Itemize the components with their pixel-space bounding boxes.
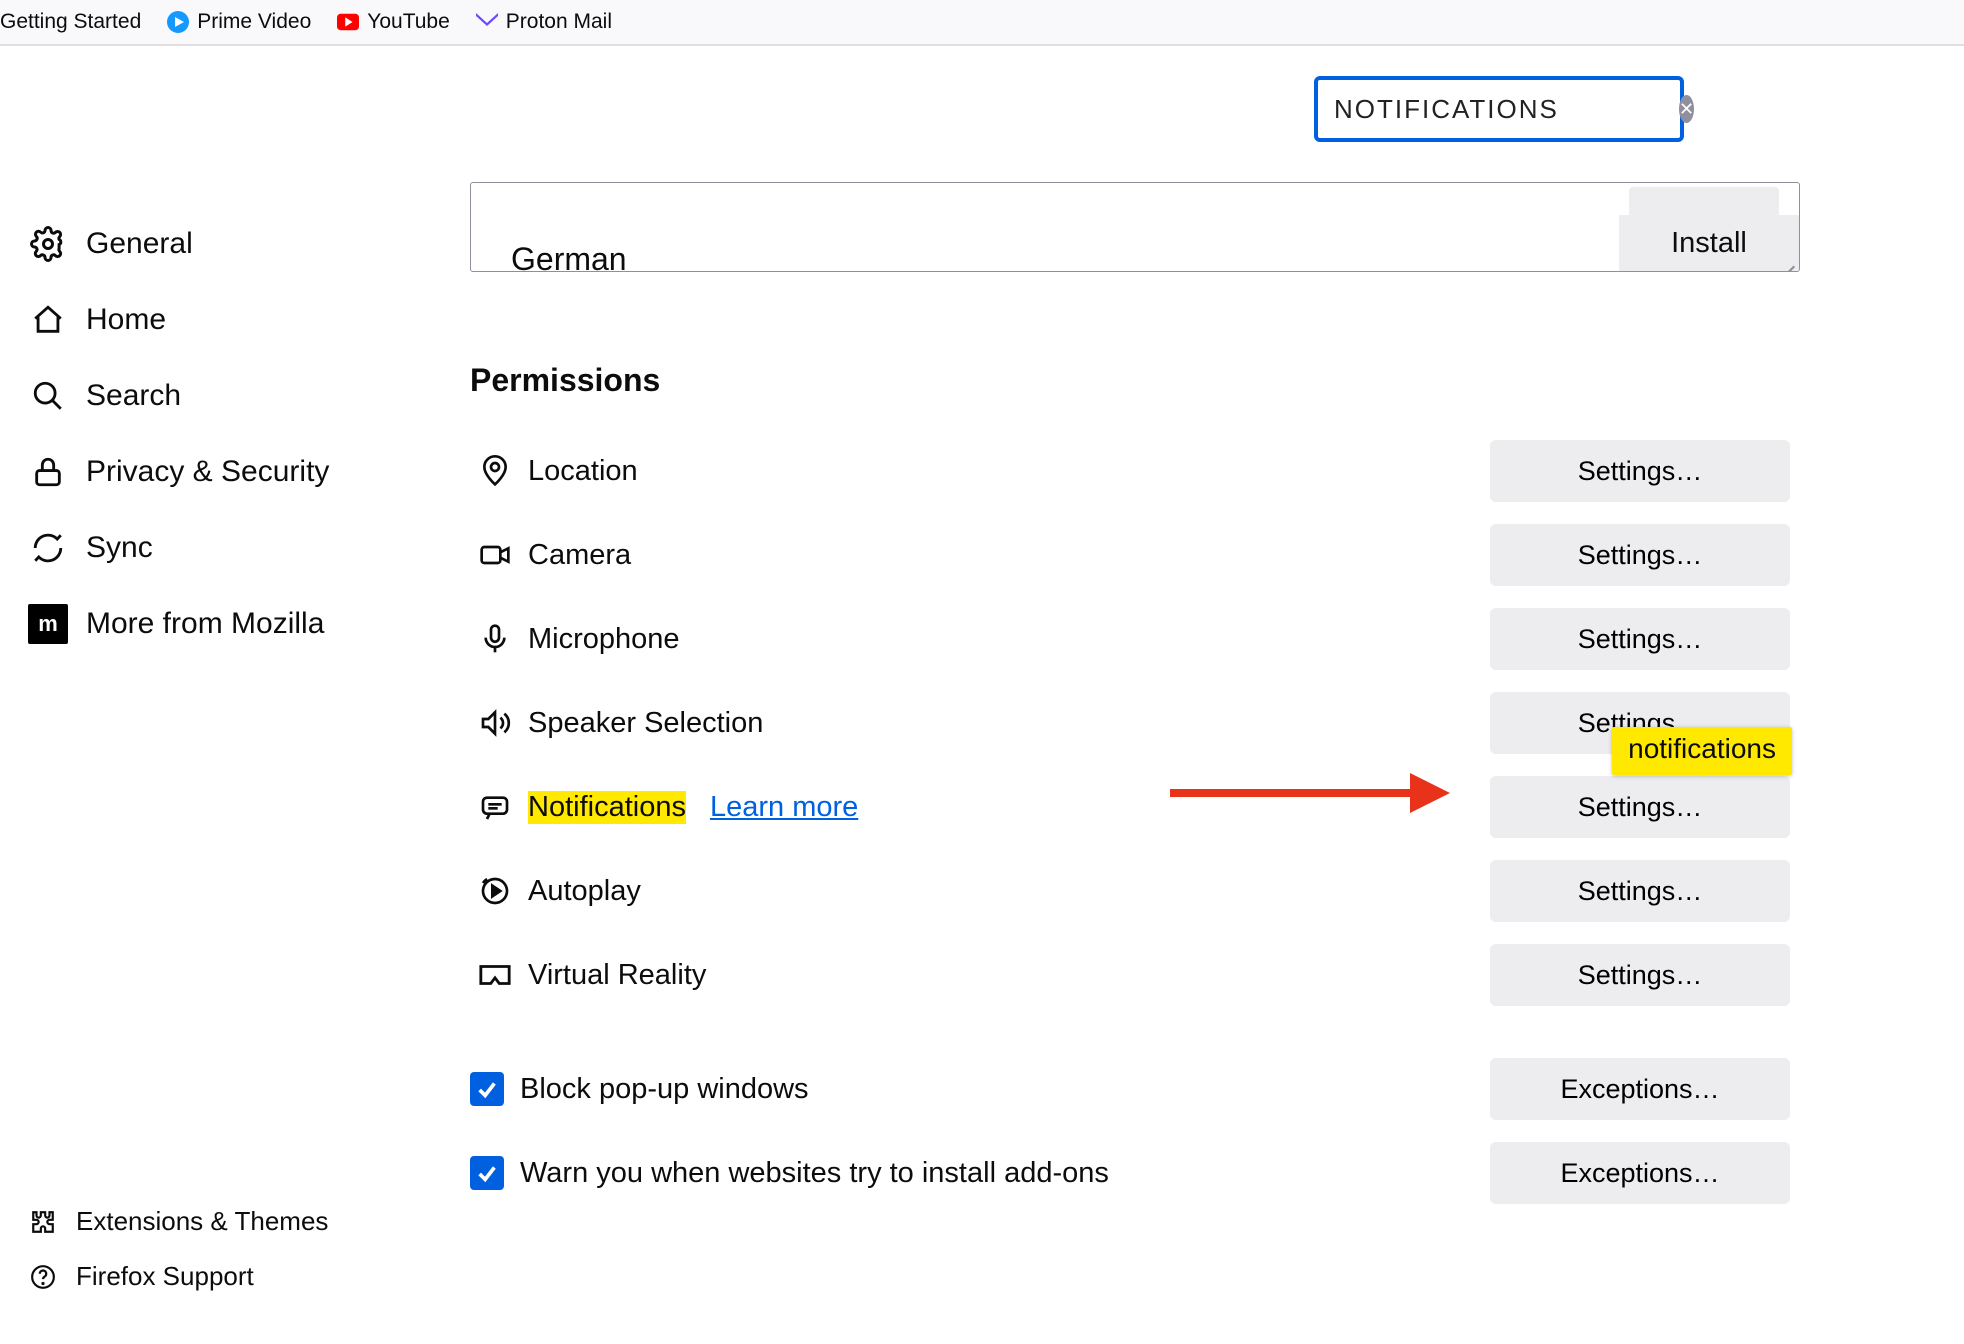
settings-search-box[interactable]: ✕ [1314, 76, 1684, 142]
checkbox-label: Block pop-up windows [520, 1073, 809, 1106]
puzzle-icon [28, 1207, 58, 1237]
sidebar-item-extensions[interactable]: Extensions & Themes [18, 1194, 440, 1249]
checkbox-row-warn-addons: Warn you when websites try to install ad… [470, 1131, 1800, 1215]
vr-icon [470, 963, 520, 987]
permission-row-microphone: Microphone Settings… [470, 597, 1800, 681]
bookmark-proton-mail[interactable]: Proton Mail [476, 10, 612, 34]
vr-settings-button[interactable]: Settings… [1490, 944, 1790, 1006]
bookmark-label: Prime Video [197, 10, 311, 34]
settings-sidebar: General Home Search Privacy & Security S… [0, 46, 440, 1344]
speaker-icon [470, 707, 520, 739]
sidebar-item-label: Sync [86, 531, 153, 565]
language-list-box[interactable]: German Install [470, 182, 1800, 272]
youtube-icon [337, 11, 359, 33]
sidebar-item-label: More from Mozilla [86, 607, 324, 641]
location-icon [470, 455, 520, 487]
permission-label: Microphone [528, 623, 680, 656]
sidebar-item-label: Search [86, 379, 181, 413]
permission-row-speaker: Speaker Selection Settings… [470, 681, 1800, 765]
bookmark-label: YouTube [367, 10, 450, 34]
notifications-settings-button[interactable]: Settings… [1490, 776, 1790, 838]
permission-row-notifications: Notifications Learn more Settings… [470, 765, 1800, 849]
language-install-button[interactable]: Install [1619, 215, 1799, 271]
question-icon [28, 1262, 58, 1292]
location-settings-button[interactable]: Settings… [1490, 440, 1790, 502]
bookmark-youtube[interactable]: YouTube [337, 10, 450, 34]
search-icon [28, 376, 68, 416]
permission-row-camera: Camera Settings… [470, 513, 1800, 597]
bookmark-label: Getting Started [0, 10, 141, 34]
checkbox-row-block-popups: Block pop-up windows Exceptions… [470, 1047, 1800, 1131]
sidebar-item-search[interactable]: Search [18, 358, 440, 434]
autoplay-settings-button[interactable]: Settings… [1490, 860, 1790, 922]
warn-addons-checkbox[interactable] [470, 1156, 504, 1190]
camera-icon [470, 539, 520, 571]
sidebar-item-label: Home [86, 303, 166, 337]
permission-row-location: Location Settings… [470, 429, 1800, 513]
mozilla-icon: m [28, 604, 68, 644]
sidebar-item-home[interactable]: Home [18, 282, 440, 358]
sidebar-item-sync[interactable]: Sync [18, 510, 440, 586]
home-icon [28, 300, 68, 340]
permission-label: Autoplay [528, 875, 641, 908]
sidebar-item-general[interactable]: General [18, 206, 440, 282]
bookmarks-toolbar: Getting Started Prime Video YouTube Prot… [0, 0, 1964, 46]
install-button-ghost [1629, 187, 1779, 217]
clear-search-icon[interactable]: ✕ [1679, 95, 1694, 123]
autoplay-icon [470, 875, 520, 907]
popups-exceptions-button[interactable]: Exceptions… [1490, 1058, 1790, 1120]
checkbox-label: Warn you when websites try to install ad… [520, 1157, 1109, 1190]
language-item-label: German [511, 241, 627, 272]
permission-label: Virtual Reality [528, 959, 706, 992]
sync-icon [28, 528, 68, 568]
bookmark-prime-video[interactable]: Prime Video [167, 10, 311, 34]
bookmark-label: Proton Mail [506, 10, 612, 34]
notifications-tooltip: notifications [1612, 727, 1792, 775]
permission-label: Camera [528, 539, 631, 572]
permission-label: Location [528, 455, 638, 488]
bookmark-getting-started[interactable]: Getting Started [0, 10, 141, 34]
permission-label: Speaker Selection [528, 707, 763, 740]
notifications-learn-more-link[interactable]: Learn more [710, 791, 858, 824]
permission-label: Notifications [528, 791, 686, 824]
settings-content: ✕ German Install Permissions Location Se… [440, 46, 1964, 1344]
lock-icon [28, 452, 68, 492]
settings-search-input[interactable] [1334, 94, 1669, 125]
sidebar-item-label: Privacy & Security [86, 455, 329, 489]
microphone-icon [470, 623, 520, 655]
sidebar-item-privacy[interactable]: Privacy & Security [18, 434, 440, 510]
sidebar-item-label: General [86, 227, 193, 261]
resize-handle-icon[interactable] [1775, 247, 1797, 269]
permission-row-autoplay: Autoplay Settings… [470, 849, 1800, 933]
microphone-settings-button[interactable]: Settings… [1490, 608, 1790, 670]
permission-row-vr: Virtual Reality Settings… [470, 933, 1800, 1017]
sidebar-item-more-mozilla[interactable]: m More from Mozilla [18, 586, 440, 662]
gear-icon [28, 224, 68, 264]
proton-mail-icon [476, 11, 498, 33]
addons-exceptions-button[interactable]: Exceptions… [1490, 1142, 1790, 1204]
camera-settings-button[interactable]: Settings… [1490, 524, 1790, 586]
sidebar-item-support[interactable]: Firefox Support [18, 1249, 440, 1304]
block-popups-checkbox[interactable] [470, 1072, 504, 1106]
sidebar-item-label: Firefox Support [76, 1261, 254, 1292]
sidebar-item-label: Extensions & Themes [76, 1206, 328, 1237]
permissions-heading: Permissions [470, 362, 1914, 399]
prime-video-icon [167, 11, 189, 33]
notifications-icon [470, 791, 520, 823]
